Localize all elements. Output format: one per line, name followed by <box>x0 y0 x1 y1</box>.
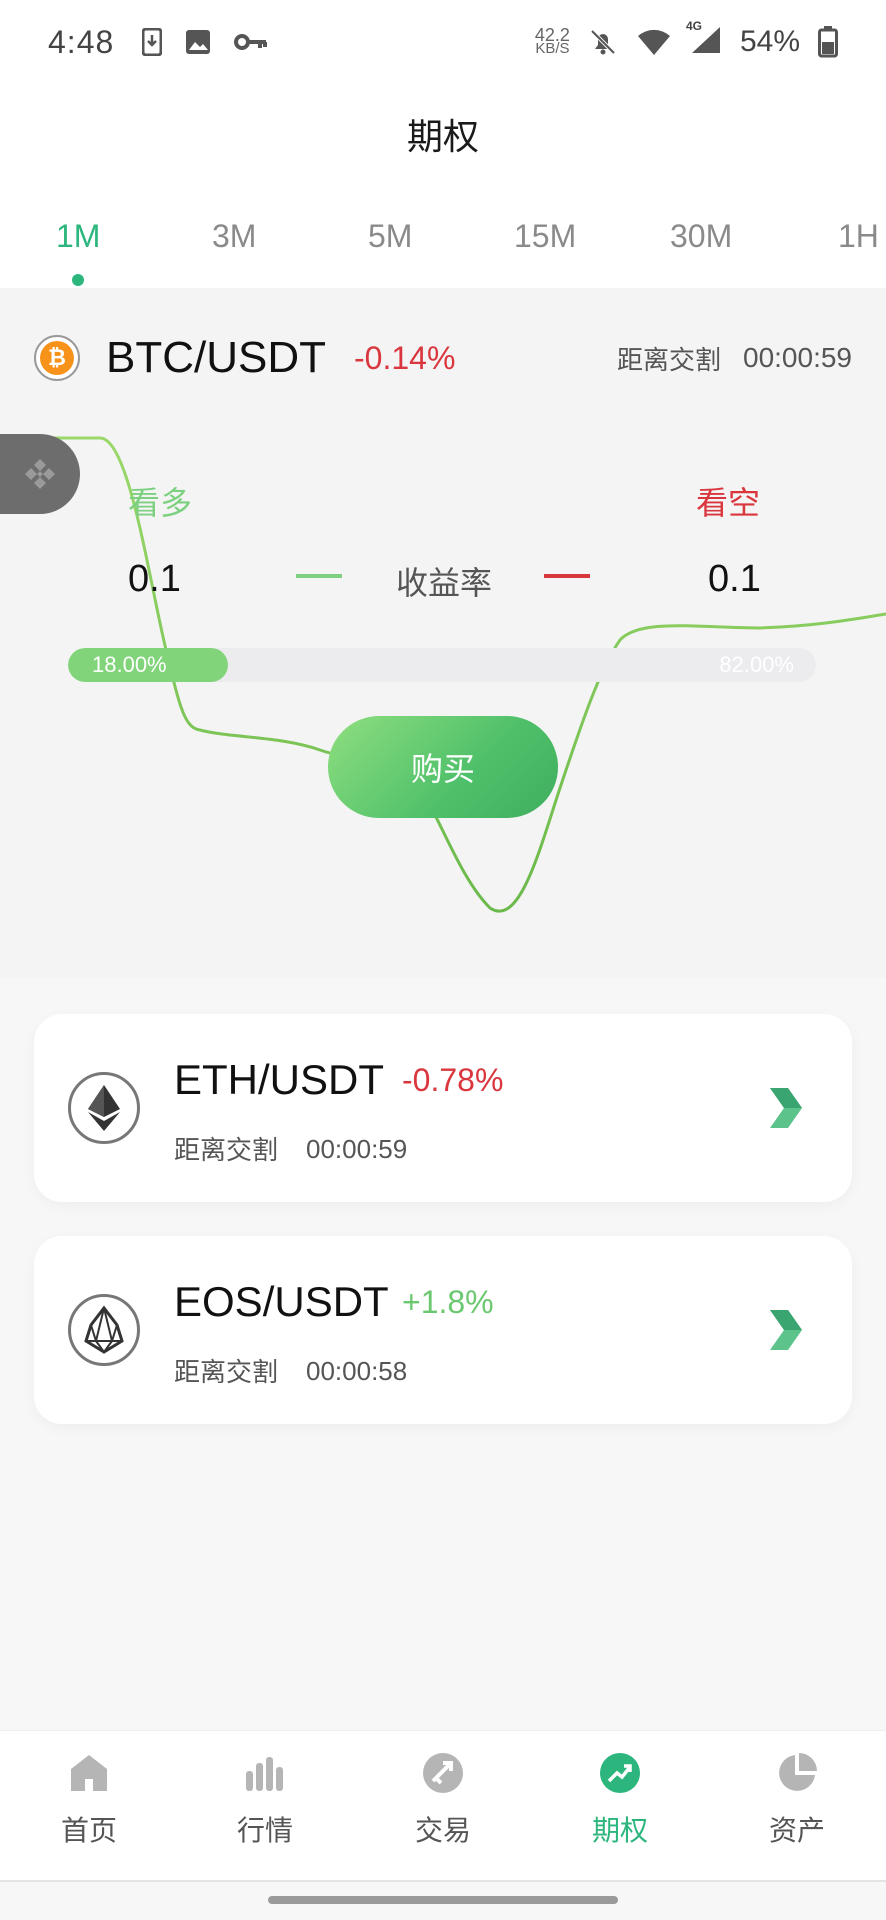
card-countdown-label: 距离交割 <box>174 1136 279 1166</box>
eos-icon <box>68 1294 140 1366</box>
tab-15m[interactable]: 15M <box>514 218 576 255</box>
status-right: 42.2 KB/S 4G 54% <box>535 19 838 60</box>
trade-icon <box>423 1753 463 1793</box>
tab-3m[interactable]: 3M <box>212 218 256 255</box>
status-time: 4:48 <box>48 23 115 60</box>
long-legend-line <box>296 574 342 578</box>
card-countdown: 00:00:59 <box>306 1134 408 1164</box>
short-label[interactable]: 看空 <box>696 478 760 524</box>
download-notification-icon <box>142 28 163 56</box>
nav-item-options[interactable]: 期权 <box>560 1751 680 1861</box>
nav-bottom-border <box>0 1880 886 1882</box>
market-bars-icon <box>246 1757 283 1791</box>
countdown-value: 00:00:59 <box>743 342 852 373</box>
bottom-navigation: 首页 行情 交易 期权 资产 <box>0 1730 886 1880</box>
btc-countdown: 距离交割 00:00:59 <box>617 340 852 377</box>
tab-30m[interactable]: 30M <box>670 218 732 255</box>
card-pair: ETH/USDT <box>174 1056 384 1103</box>
short-legend-line <box>544 574 590 578</box>
battery-icon <box>818 26 838 58</box>
card-pair: EOS/USDT <box>174 1278 389 1325</box>
options-trend-icon <box>600 1753 640 1793</box>
buy-button[interactable]: 购买 <box>328 716 558 818</box>
tab-1h[interactable]: 1H <box>838 218 879 255</box>
card-countdown: 00:00:58 <box>306 1356 408 1386</box>
long-percentage: 18.00% <box>92 652 167 677</box>
btc-option-panel: ₿ BTC/USDT -0.14% 距离交割 00:00:59 看多 看空 0.… <box>0 288 886 978</box>
header: 期权 <box>0 84 886 184</box>
price-trend-line <box>0 436 886 913</box>
active-tab-indicator <box>72 274 84 286</box>
tab-5m[interactable]: 5M <box>368 218 412 255</box>
btc-change: -0.14% <box>354 339 456 376</box>
mute-bell-icon <box>590 29 616 55</box>
chevron-right-icon[interactable] <box>766 1084 806 1132</box>
home-icon <box>71 1755 107 1791</box>
countdown-label: 距离交割 <box>616 345 721 376</box>
status-bar: 4:48 42.2 KB/S 4G 54% <box>0 0 886 84</box>
long-label[interactable]: 看多 <box>128 478 192 524</box>
binance-icon <box>25 459 55 489</box>
long-short-ratio-bar: 18.00% 82.00% <box>68 648 816 682</box>
battery-percentage: 54% <box>739 25 800 58</box>
tab-1m[interactable]: 1M <box>56 218 100 255</box>
nav-label: 交易 <box>414 1814 471 1847</box>
btc-header: ₿ BTC/USDT -0.14% 距离交割 00:00:59 <box>34 328 852 388</box>
speed-unit: KB/S <box>535 40 570 57</box>
nav-label: 期权 <box>591 1814 648 1847</box>
nav-item-assets[interactable]: 资产 <box>737 1751 857 1861</box>
short-percentage: 82.00% <box>719 652 794 677</box>
yield-label: 收益率 <box>396 564 493 602</box>
image-notification-icon <box>186 30 211 54</box>
bitcoin-icon: ₿ <box>34 335 80 381</box>
chevron-right-icon[interactable] <box>766 1306 806 1354</box>
nav-item-market[interactable]: 行情 <box>205 1751 325 1861</box>
coin-card-eos[interactable]: EOS/USDT +1.8% 距离交割 00:00:58 <box>34 1236 852 1424</box>
floating-menu-button[interactable] <box>0 434 80 514</box>
btc-pair: BTC/USDT <box>106 333 326 382</box>
ethereum-icon <box>68 1072 140 1144</box>
network-speed: 42.2 KB/S <box>535 26 570 57</box>
home-indicator[interactable] <box>268 1896 618 1904</box>
interval-tabs: 1M 3M 5M 15M 30M 1H <box>0 184 886 288</box>
nav-item-home[interactable]: 首页 <box>29 1751 149 1861</box>
long-value: 0.1 <box>128 558 181 600</box>
coin-card-eth[interactable]: ETH/USDT -0.78% 距离交割 00:00:59 <box>34 1014 852 1202</box>
wifi-icon <box>637 29 670 55</box>
nav-item-trade[interactable]: 交易 <box>383 1751 503 1861</box>
key-icon <box>234 34 268 50</box>
card-change: -0.78% <box>402 1062 504 1098</box>
cell-signal: 4G <box>686 19 722 60</box>
nav-label: 资产 <box>768 1814 825 1847</box>
nav-label: 首页 <box>60 1814 117 1847</box>
short-value: 0.1 <box>708 558 761 600</box>
card-change: +1.8% <box>402 1284 494 1320</box>
status-left-icons <box>142 28 268 56</box>
nav-label: 行情 <box>236 1814 293 1847</box>
page-title: 期权 <box>406 117 479 158</box>
network-type: 4G <box>685 18 702 33</box>
card-countdown-label: 距离交割 <box>174 1358 279 1388</box>
assets-pie-icon <box>779 1753 817 1791</box>
